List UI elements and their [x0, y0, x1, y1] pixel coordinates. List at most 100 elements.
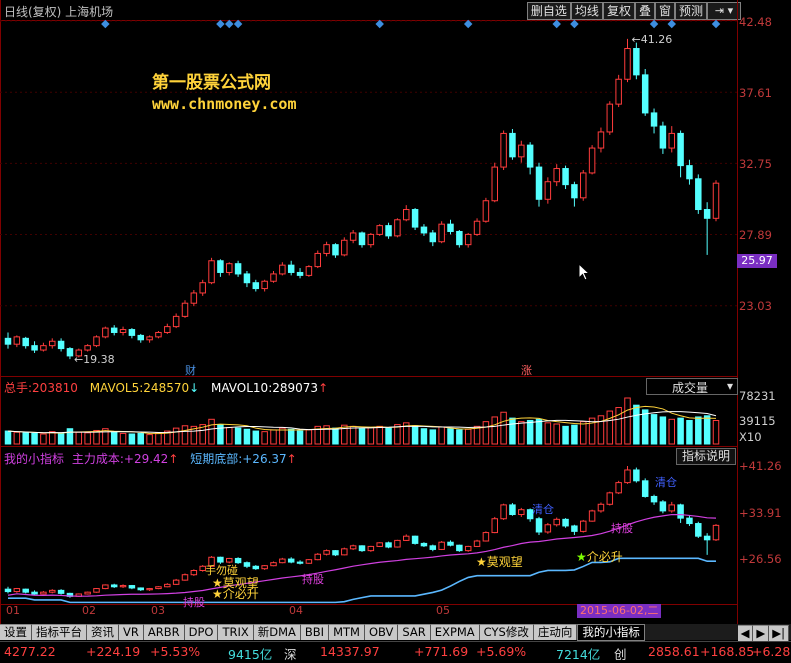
candle-body — [349, 232, 357, 241]
volume-bar — [544, 422, 552, 445]
volume-bar — [57, 432, 65, 445]
candle-body — [217, 260, 224, 273]
indicator-body — [287, 558, 295, 563]
mavol5-value: 248570 — [143, 381, 190, 395]
candle-body — [49, 340, 56, 347]
tab-obv[interactable]: OBV — [364, 624, 399, 640]
volume-bar — [447, 428, 454, 445]
cy-index: 2858.61 — [648, 644, 700, 659]
indicator-body — [137, 587, 144, 591]
tab-new-dma[interactable]: 新DMA — [253, 624, 301, 640]
indicator-body — [535, 518, 543, 533]
indicator-body — [695, 523, 702, 537]
volume-bar — [482, 421, 490, 445]
indicator-body — [482, 532, 490, 542]
high-price-label: ←41.26 — [632, 33, 673, 46]
scroll-right-icon[interactable]: ▶ — [753, 625, 770, 641]
volume-bar — [641, 409, 649, 445]
candle-body — [270, 273, 277, 282]
indicator-body — [580, 520, 587, 532]
tab-expma[interactable]: EXPMA — [430, 624, 480, 640]
indicator-body — [243, 562, 251, 567]
volume-bar — [305, 429, 313, 445]
sh-amount: 9415亿 — [228, 647, 273, 662]
tab-news[interactable]: 资讯 — [87, 624, 119, 640]
candle-body — [332, 244, 339, 256]
tab-settings[interactable]: 设置 — [0, 624, 32, 640]
tab-my-indicator[interactable]: 我的小指标 — [577, 624, 645, 641]
market-status-bar: 4277.22 +224.19 +5.53% 9415亿 深 14337.97 … — [0, 641, 791, 662]
scroll-left-icon[interactable]: ◀ — [737, 625, 754, 641]
indicator-body — [597, 503, 605, 512]
sz-amount: 7214亿 — [556, 647, 601, 662]
sz-percent: +5.69% — [476, 644, 527, 659]
indicator-body — [677, 504, 684, 519]
indicator-body — [367, 545, 375, 552]
indicator-body — [562, 518, 569, 527]
candle-body — [624, 48, 631, 80]
candle-body — [128, 329, 136, 336]
indicator-body — [553, 518, 560, 526]
candle-body — [287, 264, 295, 273]
indicator-body — [305, 559, 313, 564]
candle-body — [181, 302, 189, 317]
indicator-body — [22, 588, 29, 593]
volume-bar — [668, 418, 675, 445]
candle-body — [650, 112, 658, 127]
signal-annotation: ★莫观望 — [476, 553, 523, 570]
tab-bbi[interactable]: BBI — [300, 624, 330, 640]
tab-arbr[interactable]: ARBR — [143, 624, 185, 640]
indicator-body — [615, 482, 622, 494]
price-axis-label: 32.75 — [739, 157, 772, 171]
axis-border — [737, 0, 738, 624]
candle-body — [420, 226, 428, 234]
indicator-axis-label: +41.26 — [739, 459, 782, 473]
indicator-help-button[interactable]: 指标说明 — [676, 448, 736, 465]
indicator-body — [314, 553, 321, 561]
indicator-body — [146, 588, 153, 591]
volume-bar — [677, 417, 684, 445]
sh-change: +224.19 — [86, 644, 141, 659]
candle-body — [208, 260, 215, 284]
tab-trix[interactable]: TRIX — [218, 624, 254, 640]
indicator-body — [181, 574, 189, 581]
indicator-body — [411, 535, 419, 544]
candle-body — [119, 329, 127, 333]
volume-bar — [473, 425, 481, 445]
candle-body — [438, 223, 445, 243]
candle-body — [164, 326, 171, 333]
scroll-end-icon[interactable]: ▶| — [769, 625, 789, 641]
tab-sar[interactable]: SAR — [398, 624, 431, 640]
indicator-body — [712, 524, 720, 541]
candlesticks — [4, 38, 720, 360]
candle-body — [66, 348, 74, 357]
volume-axis-label: X10 — [739, 430, 762, 444]
candle-body — [659, 125, 667, 149]
indicator-body — [128, 585, 136, 589]
volume-bar — [464, 428, 472, 445]
indicator-body — [4, 588, 12, 593]
volume-bar — [491, 416, 498, 445]
tab-indicator-platform[interactable]: 指标平台 — [32, 624, 87, 640]
indicator-body — [110, 584, 118, 588]
volume-bar — [49, 431, 56, 445]
indicator-body — [686, 517, 693, 525]
kline-chart[interactable]: ←41.26 ←19.38 — [0, 0, 737, 604]
low-price-label: ←19.38 — [74, 353, 115, 366]
candle-body — [544, 181, 552, 200]
tab-mtm[interactable]: MTM — [329, 624, 365, 640]
price-axis-label: 37.61 — [739, 86, 772, 100]
candle-body — [22, 337, 29, 347]
tab-zhuang-trend[interactable]: 庄动向 — [533, 624, 578, 640]
volume-bar — [580, 421, 587, 445]
candle-body — [456, 230, 463, 246]
volume-bar — [518, 421, 525, 445]
indicator-body — [358, 545, 366, 552]
volume-indicator-select[interactable]: 成交量 ▾ — [646, 378, 738, 395]
tab-dpo[interactable]: DPO — [184, 624, 219, 640]
volume-bars — [4, 397, 720, 445]
candle-body — [429, 232, 437, 243]
tab-vr[interactable]: VR — [119, 624, 144, 640]
volume-bar — [234, 427, 242, 445]
tab-cys-modified[interactable]: CYS修改 — [479, 624, 534, 640]
